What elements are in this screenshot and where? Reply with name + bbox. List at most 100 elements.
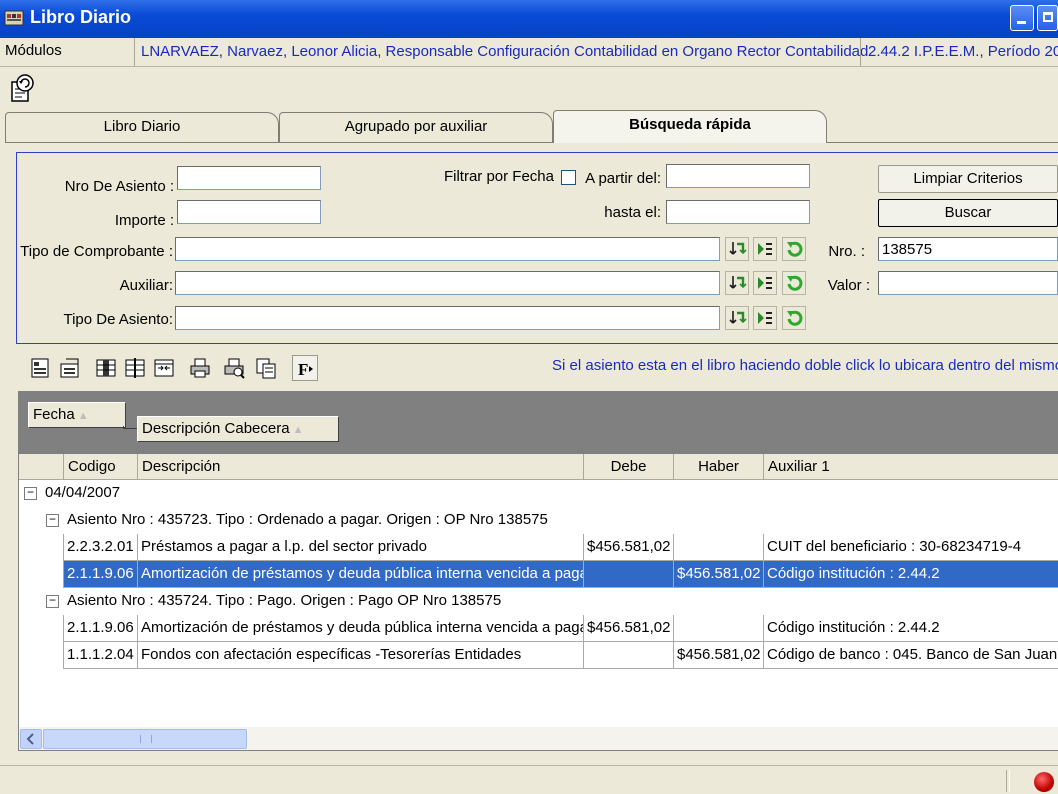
nro-input[interactable] bbox=[878, 237, 1058, 261]
collapse-icon[interactable]: − bbox=[46, 594, 59, 608]
column-header-debe[interactable]: Debe bbox=[584, 454, 674, 480]
scroll-left-button[interactable] bbox=[20, 729, 42, 749]
app-icon bbox=[4, 10, 24, 26]
cell-debe: $456.581,02 bbox=[584, 534, 674, 561]
group-chip-fecha-label: Fecha bbox=[33, 406, 75, 423]
status-indicator-icon bbox=[1034, 772, 1054, 792]
valor-input[interactable] bbox=[878, 271, 1058, 295]
cell-codigo: 2.1.1.9.06 bbox=[64, 615, 138, 642]
date-group-row[interactable]: − 04/04/2007 bbox=[19, 480, 1058, 507]
column-header-descripcion[interactable]: Descripción bbox=[138, 454, 584, 480]
tipo-asiento-input[interactable] bbox=[175, 306, 720, 330]
table-row[interactable]: 2.2.3.2.01 Préstamos a pagar a l.p. del s… bbox=[19, 534, 1058, 561]
copy-icon[interactable] bbox=[253, 355, 279, 381]
cell-haber bbox=[674, 615, 764, 642]
hasta-input[interactable] bbox=[666, 200, 810, 224]
split-columns-icon[interactable] bbox=[122, 355, 148, 381]
tipo-comprobante-list-button[interactable] bbox=[753, 237, 777, 261]
tipo-comprobante-select-button[interactable] bbox=[725, 237, 749, 261]
valor-label: Valor : bbox=[827, 277, 870, 294]
group-by-area: Fecha ▲ Descripción Cabecera ▲ bbox=[19, 392, 1058, 454]
cell-descripcion: Préstamos a pagar a l.p. del sector priv… bbox=[138, 534, 584, 561]
collapse-icon[interactable]: − bbox=[24, 486, 37, 500]
auxiliar-clear-button[interactable] bbox=[782, 271, 806, 295]
menu-modulos[interactable]: Módulos bbox=[5, 42, 62, 59]
tipo-comprobante-label: Tipo de Comprobante : bbox=[20, 243, 173, 260]
column-header-haber[interactable]: Haber bbox=[674, 454, 764, 480]
row-indent bbox=[41, 534, 64, 561]
table-row[interactable]: 1.1.1.2.04 Fondos con afectación específi… bbox=[19, 642, 1058, 669]
column-header-auxiliar[interactable]: Auxiliar 1 bbox=[764, 454, 1058, 480]
auxiliar-list-button[interactable] bbox=[753, 271, 777, 295]
a-partir-input[interactable] bbox=[666, 164, 810, 188]
column-header-indent bbox=[19, 454, 64, 480]
scroll-thumb-grip bbox=[140, 735, 152, 743]
horizontal-scrollbar[interactable] bbox=[19, 727, 1058, 750]
collapse-icon[interactable]: − bbox=[46, 513, 59, 527]
date-group-label: 04/04/2007 bbox=[45, 484, 121, 501]
cell-haber bbox=[674, 534, 764, 561]
report-icon[interactable] bbox=[27, 355, 53, 381]
clear-icon bbox=[787, 310, 803, 326]
refresh-document-icon[interactable] bbox=[8, 73, 38, 103]
tipo-asiento-clear-button[interactable] bbox=[782, 306, 806, 330]
asiento-group-row[interactable]: − Asiento Nro : 435724. Tipo : Pago. Orig… bbox=[19, 588, 1058, 615]
tab-agrupado-auxiliar[interactable]: Agrupado por auxiliar bbox=[279, 112, 553, 142]
filtrar-fecha-label: Filtrar por Fecha bbox=[443, 168, 554, 185]
asiento-header: Asiento Nro : 435723. Tipo : Ordenado a … bbox=[67, 511, 548, 528]
cell-descripcion: Amortización de préstamos y deuda públic… bbox=[138, 615, 584, 642]
tab-busqueda-rapida[interactable]: Búsqueda rápida bbox=[553, 110, 827, 143]
tipo-comprobante-input[interactable] bbox=[175, 237, 720, 261]
hint-text: Si el asiento esta en el libro haciendo … bbox=[552, 357, 1058, 374]
merge-columns-icon[interactable] bbox=[151, 355, 177, 381]
entity-info: 2.44.2 I.P.E.E.M., Período 20 bbox=[860, 38, 1058, 66]
print-preview-icon[interactable] bbox=[221, 355, 247, 381]
auxiliar-select-button[interactable] bbox=[725, 271, 749, 295]
cell-auxiliar: Código institución : 2.44.2 bbox=[764, 615, 1058, 642]
nro-label: Nro. : bbox=[828, 243, 865, 260]
nro-asiento-label: Nro De Asiento : bbox=[64, 178, 174, 195]
row-indent bbox=[41, 561, 64, 588]
auxiliar-input[interactable] bbox=[175, 271, 720, 295]
tipo-asiento-list-button[interactable] bbox=[753, 306, 777, 330]
select-icon bbox=[729, 311, 747, 324]
group-chip-fecha[interactable]: Fecha ▲ bbox=[28, 402, 126, 428]
importe-input[interactable] bbox=[177, 200, 321, 224]
export-icon[interactable] bbox=[57, 355, 83, 381]
status-separator bbox=[1006, 770, 1010, 792]
tipo-asiento-select-button[interactable] bbox=[725, 306, 749, 330]
limpiar-criterios-button[interactable]: Limpiar Criterios bbox=[878, 165, 1058, 193]
cell-codigo: 2.2.3.2.01 bbox=[64, 534, 138, 561]
tipo-comprobante-clear-button[interactable] bbox=[782, 237, 806, 261]
clear-icon bbox=[787, 241, 803, 257]
tipo-asiento-label: Tipo De Asiento: bbox=[63, 311, 173, 328]
results-grid[interactable]: Fecha ▲ Descripción Cabecera ▲ Codigo Desc… bbox=[18, 391, 1058, 751]
cell-debe bbox=[584, 642, 674, 669]
nro-asiento-input[interactable] bbox=[177, 166, 321, 190]
asiento-header: Asiento Nro : 435724. Tipo : Pago. Orige… bbox=[67, 592, 502, 609]
minimize-button[interactable] bbox=[1010, 5, 1034, 31]
auxiliar-label: Auxiliar: bbox=[119, 277, 173, 294]
menu-bar: Módulos LNARVAEZ, Narvaez, Leonor Alicia… bbox=[0, 38, 1058, 67]
cell-debe: $456.581,02 bbox=[584, 615, 674, 642]
column-header-codigo[interactable]: Codigo bbox=[64, 454, 138, 480]
maximize-button[interactable] bbox=[1037, 5, 1058, 31]
scroll-thumb[interactable] bbox=[43, 729, 247, 749]
group-chip-descripcion-label: Descripción Cabecera bbox=[142, 420, 290, 437]
list-icon bbox=[758, 312, 772, 324]
user-info: LNARVAEZ, Narvaez, Leonor Alicia, Respon… bbox=[134, 38, 868, 66]
table-row[interactable]: 2.1.1.9.06 Amortización de préstamos y de… bbox=[19, 561, 1058, 588]
tab-libro-diario[interactable]: Libro Diario bbox=[5, 112, 279, 142]
columns-icon[interactable] bbox=[93, 355, 119, 381]
table-row[interactable]: 2.1.1.9.06 Amortización de préstamos y de… bbox=[19, 615, 1058, 642]
asiento-group-row[interactable]: − Asiento Nro : 435723. Tipo : Ordenado a… bbox=[19, 507, 1058, 534]
group-chip-descripcion[interactable]: Descripción Cabecera ▲ bbox=[137, 416, 339, 442]
font-icon[interactable]: F bbox=[292, 355, 318, 381]
select-icon bbox=[729, 242, 747, 255]
print-icon[interactable] bbox=[187, 355, 213, 381]
hasta-label: hasta el: bbox=[604, 204, 661, 221]
cell-debe bbox=[584, 561, 674, 588]
row-indent bbox=[41, 642, 64, 669]
cell-descripcion: Fondos con afectación específicas -Tesor… bbox=[138, 642, 584, 669]
buscar-button[interactable]: Buscar bbox=[878, 199, 1058, 227]
